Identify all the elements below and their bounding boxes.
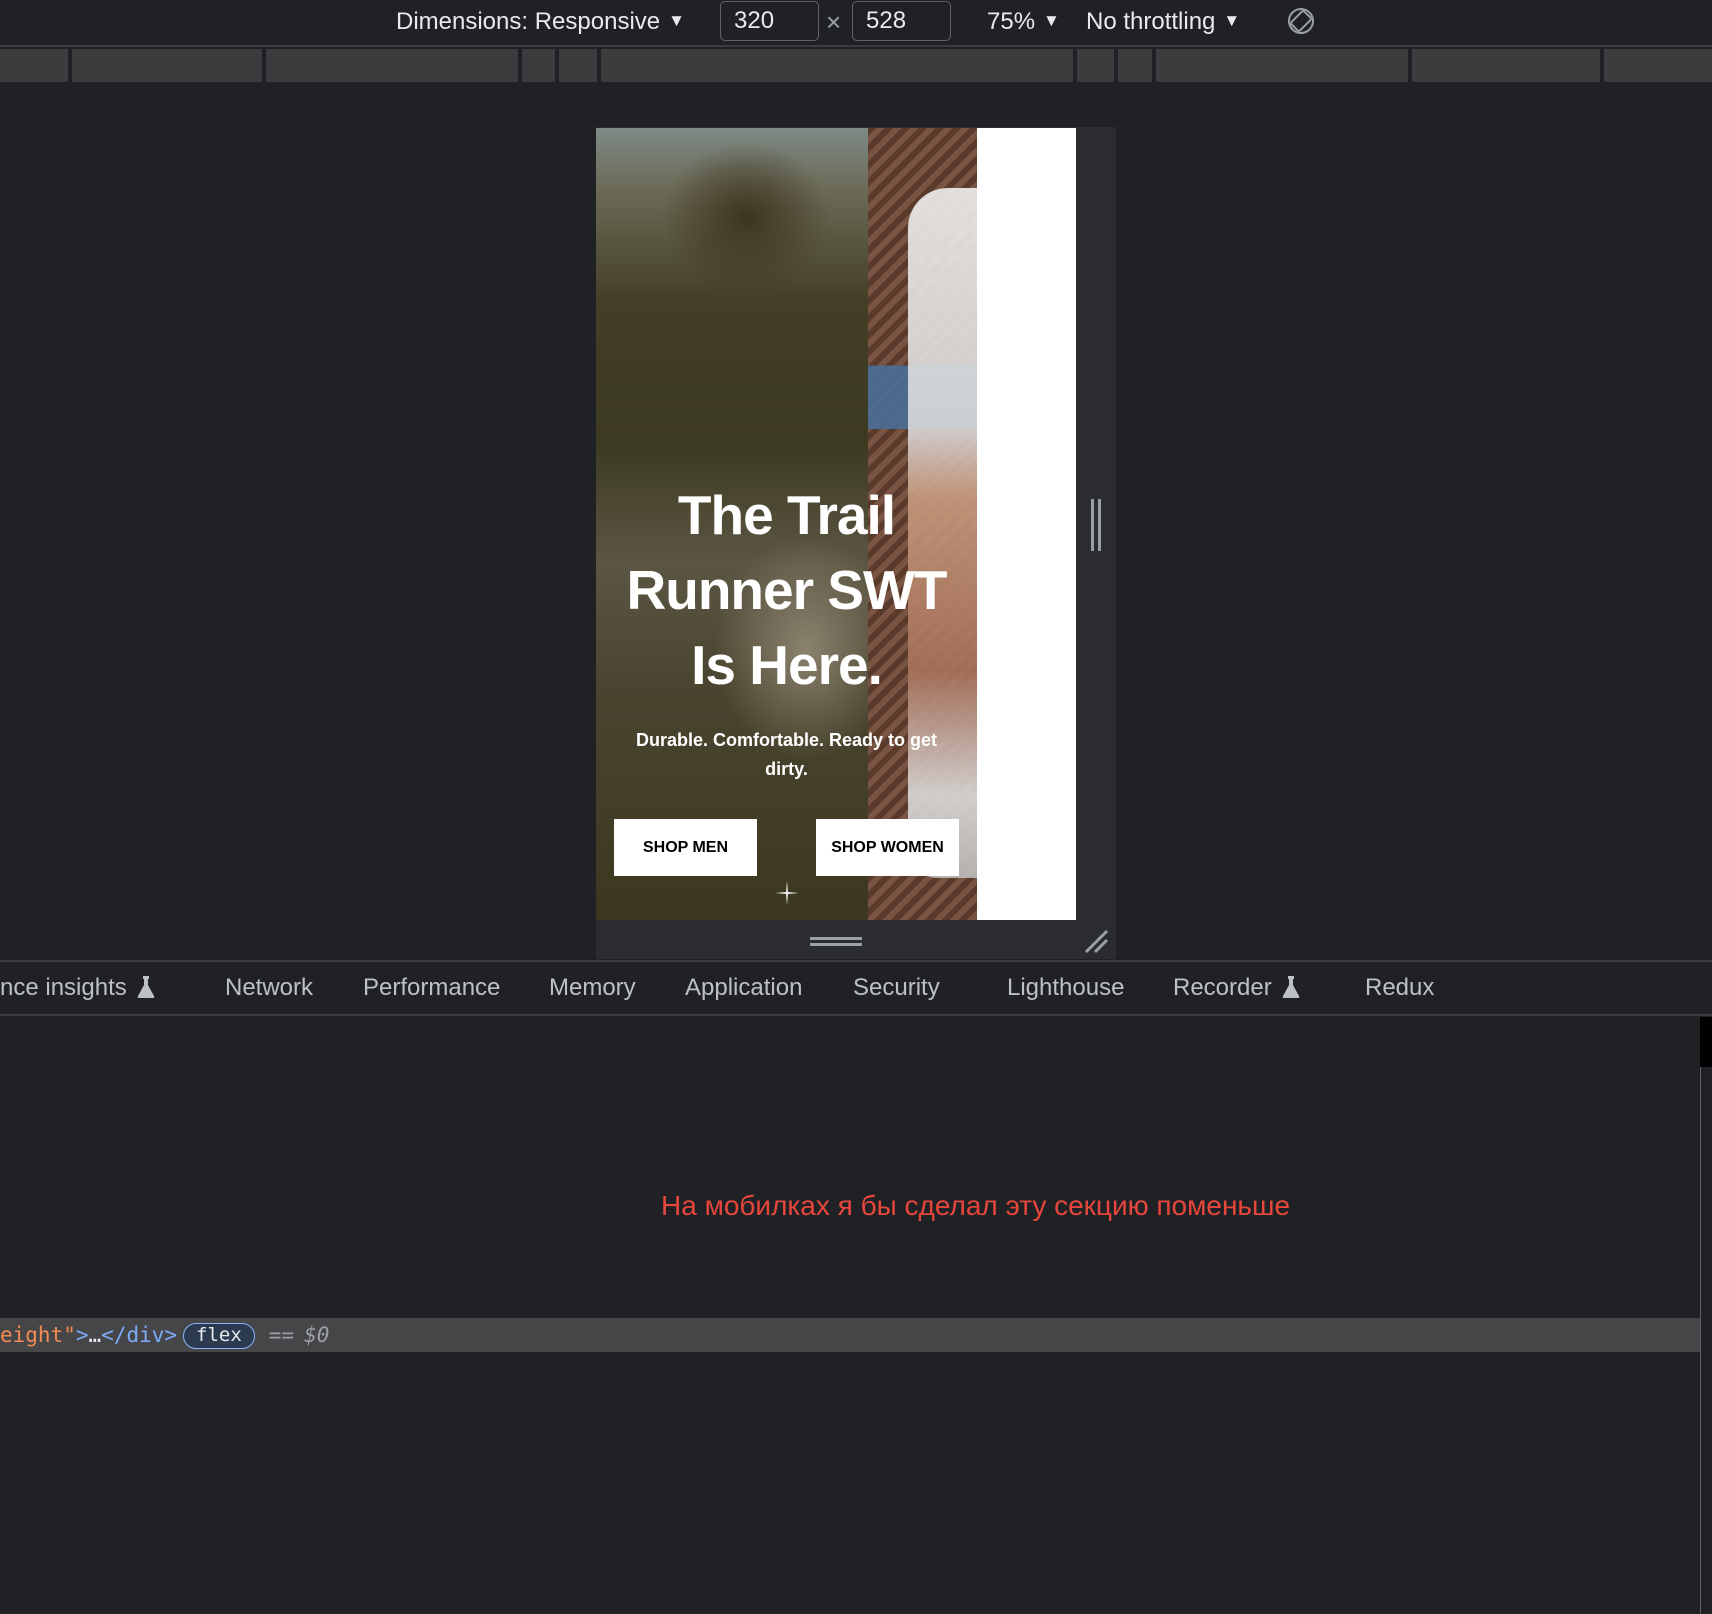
experiment-flask-icon bbox=[137, 976, 155, 998]
shop-women-button[interactable]: SHOP WOMEN bbox=[816, 819, 959, 876]
media-query-segment[interactable] bbox=[601, 49, 1073, 82]
dom-equals-sign: == bbox=[268, 1323, 295, 1347]
media-query-segment[interactable] bbox=[1604, 49, 1712, 82]
rotate-icon[interactable] bbox=[1286, 6, 1316, 36]
caret-down-icon: ▼ bbox=[668, 11, 685, 30]
dom-expand-ellipsis[interactable]: … bbox=[89, 1323, 102, 1347]
caret-down-icon: ▼ bbox=[1223, 11, 1241, 30]
tab-application[interactable]: Application bbox=[685, 962, 802, 1014]
resize-handle-corner[interactable] bbox=[1083, 928, 1109, 954]
hero-title: The Trail Runner SWT Is Here. bbox=[616, 478, 957, 703]
tab-label: nce insights bbox=[0, 974, 127, 1001]
throttling-label: No throttling bbox=[1086, 8, 1216, 35]
dom-attr-value: eight" bbox=[0, 1323, 76, 1347]
hero-subtitle-line: dirty. bbox=[765, 759, 808, 779]
hero-section: The Trail Runner SWT Is Here. Durable. C… bbox=[596, 128, 977, 920]
dom-console-ref: $0 bbox=[304, 1323, 330, 1347]
review-annotation: На мобилках я бы сделал эту секцию помен… bbox=[661, 1190, 1291, 1221]
hero-subtitle-line: Durable. Comfortable. Ready to get bbox=[635, 730, 938, 750]
panel-scrollbar[interactable] bbox=[1700, 1017, 1712, 1614]
resize-handle-bottom[interactable] bbox=[810, 935, 862, 947]
dom-tag-end: > bbox=[75, 1323, 89, 1347]
tab-label: Recorder bbox=[1173, 974, 1272, 1001]
flex-badge[interactable]: flex bbox=[183, 1323, 255, 1349]
selected-dom-node-row[interactable]: eight">…</div> flex == $0 bbox=[0, 1318, 1700, 1352]
media-query-segment[interactable] bbox=[1077, 49, 1114, 82]
hero-subtitle: Durable. Comfortable. Ready to get dirty… bbox=[626, 726, 947, 784]
media-query-segment[interactable] bbox=[522, 49, 555, 82]
hero-title-line: Runner SWT bbox=[626, 559, 948, 621]
device-viewport: The Trail Runner SWT Is Here. Durable. C… bbox=[596, 128, 1076, 920]
devtools-tab-bar: nce insights Network Performance Memory … bbox=[0, 960, 1712, 1016]
media-query-segment[interactable] bbox=[72, 49, 262, 82]
zoom-dropdown[interactable]: 75% ▼ bbox=[987, 6, 1060, 36]
times-icon: × bbox=[826, 7, 842, 37]
height-input[interactable] bbox=[852, 1, 951, 41]
media-query-segment[interactable] bbox=[0, 49, 68, 82]
resize-handle-right[interactable] bbox=[1089, 499, 1103, 551]
cursor-crosshair-icon bbox=[775, 881, 799, 905]
media-query-segment[interactable] bbox=[1156, 49, 1408, 82]
shop-men-button[interactable]: SHOP MEN bbox=[614, 819, 757, 876]
elements-panel bbox=[0, 1017, 1700, 1614]
hero-title-line: Is Here. bbox=[691, 634, 883, 696]
media-query-segment[interactable] bbox=[1412, 49, 1600, 82]
experiment-flask-icon bbox=[1282, 976, 1300, 998]
dom-close-tag: </div> bbox=[101, 1323, 178, 1347]
dom-node-markup: eight">…</div> flex == $0 bbox=[0, 1318, 329, 1352]
media-query-segment[interactable] bbox=[266, 49, 518, 82]
caret-down-icon: ▼ bbox=[1043, 11, 1060, 30]
tab-performance-insights[interactable]: nce insights bbox=[0, 962, 155, 1014]
tab-memory[interactable]: Memory bbox=[549, 962, 636, 1014]
dimensions-label: Dimensions: Responsive bbox=[396, 8, 661, 35]
media-query-bar bbox=[0, 49, 1712, 82]
width-input[interactable] bbox=[720, 1, 819, 41]
tab-performance[interactable]: Performance bbox=[363, 962, 500, 1014]
device-toolbar: Dimensions: Responsive ▼ × 75% ▼ No thrott… bbox=[0, 0, 1712, 47]
zoom-label: 75% bbox=[987, 8, 1036, 35]
dimensions-dropdown[interactable]: Dimensions: Responsive ▼ bbox=[396, 6, 685, 36]
media-query-segment[interactable] bbox=[1118, 49, 1152, 82]
tab-recorder[interactable]: Recorder bbox=[1173, 962, 1300, 1014]
media-query-segment[interactable] bbox=[559, 49, 597, 82]
tab-network[interactable]: Network bbox=[225, 962, 313, 1014]
tab-lighthouse[interactable]: Lighthouse bbox=[1007, 962, 1124, 1014]
hero-title-line: The Trail bbox=[677, 484, 896, 546]
tab-security[interactable]: Security bbox=[853, 962, 940, 1014]
throttling-dropdown[interactable]: No throttling ▼ bbox=[1086, 6, 1240, 36]
tab-redux[interactable]: Redux bbox=[1365, 962, 1434, 1014]
panel-scrollbar-thumb[interactable] bbox=[1700, 1017, 1712, 1067]
